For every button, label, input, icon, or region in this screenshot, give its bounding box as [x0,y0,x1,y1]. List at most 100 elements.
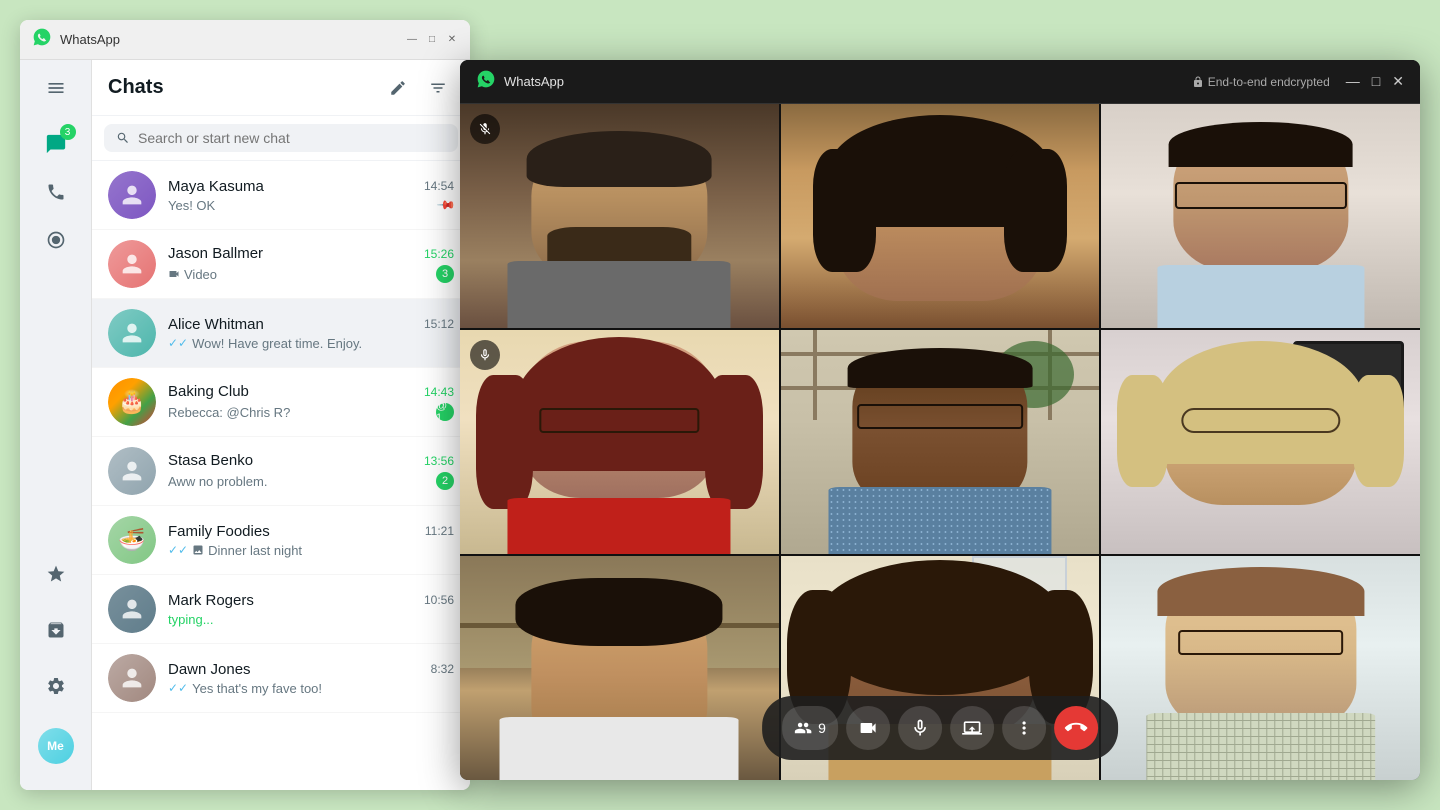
chat-preview-family: ✓✓ Dinner last night [168,543,454,558]
avatar-alice [108,309,156,357]
chat-panel: Chats [92,60,470,790]
sidebar-self-avatar[interactable]: Me [36,726,76,766]
close-button[interactable]: ✕ [446,34,458,46]
badge-stasa: 2 [436,472,454,490]
video-maximize-button[interactable]: □ [1372,73,1380,90]
main-window: WhatsApp — □ ✕ 3 [20,20,470,790]
filter-button[interactable] [422,72,454,104]
pin-icon-maya: 📌 [436,195,456,215]
chat-item-family[interactable]: 🍜 Family Foodies 11:21 ✓✓ Dinner last ni… [92,506,470,575]
chat-time-family: 11:21 [425,524,454,538]
more-options-button[interactable] [1002,706,1046,750]
chat-info-baking: Baking Club 14:43 Rebecca: @Chris R? @ 1 [168,383,454,421]
search-bar [92,116,470,161]
chat-name-jason: Jason Ballmer [168,245,263,262]
sidebar-item-starred[interactable] [36,554,76,594]
avatar-baking: 🎂 [108,378,156,426]
video-grid [460,104,1420,780]
chat-item-maya[interactable]: Maya Kasuma 14:54 Yes! OK 📌 [92,161,470,230]
mute-indicator-4 [470,340,500,370]
sidebar-item-archived[interactable] [36,610,76,650]
video-cell-2 [781,104,1100,328]
video-close-button[interactable]: ✕ [1392,73,1404,90]
chat-time-baking: 14:43 [424,385,454,399]
search-input-wrapper[interactable] [104,124,458,152]
chat-preview-mark: typing... [168,612,454,627]
chat-time-jason: 15:26 [424,247,454,261]
chat-preview-maya: Yes! OK [168,198,439,213]
chat-item-dawn[interactable]: Dawn Jones 8:32 ✓✓ Yes that's my fave to… [92,644,470,713]
video-window-controls: — □ ✕ [1346,73,1404,90]
avatar-stasa [108,447,156,495]
mute-indicator-1 [470,114,500,144]
chat-header-actions [382,72,454,104]
chat-info-alice: Alice Whitman 15:12 ✓✓ Wow! Have great t… [168,316,454,351]
chat-time-dawn: 8:32 [431,662,454,676]
video-call-window: WhatsApp End-to-end endcrypted — □ ✕ [460,60,1420,780]
participants-count: 9 [818,720,826,736]
chat-info-family: Family Foodies 11:21 ✓✓ Dinner last nigh… [168,523,454,558]
screen-share-button[interactable] [950,706,994,750]
video-title-bar: WhatsApp End-to-end endcrypted — □ ✕ [460,60,1420,104]
whatsapp-logo-icon [32,27,52,52]
chat-name-mark: Mark Rogers [168,592,254,609]
chat-list: Maya Kasuma 14:54 Yes! OK 📌 [92,161,470,779]
video-cell-7 [460,556,779,780]
sidebar: 3 [20,60,92,790]
avatar-maya [108,171,156,219]
search-input[interactable] [138,130,446,146]
video-minimize-button[interactable]: — [1346,73,1360,90]
avatar-dawn [108,654,156,702]
chat-preview-dawn: ✓✓ Yes that's my fave too! [168,681,454,696]
sidebar-item-status[interactable] [36,220,76,260]
chat-item-alice[interactable]: Alice Whitman 15:12 ✓✓ Wow! Have great t… [92,299,470,368]
chat-time-mark: 10:56 [424,593,454,607]
chat-time-maya: 14:54 [424,179,454,193]
chat-item-stasa[interactable]: Stasa Benko 13:56 Aww no problem. 2 [92,437,470,506]
video-cell-3 [1101,104,1420,328]
new-chat-button[interactable] [382,72,414,104]
chat-info-dawn: Dawn Jones 8:32 ✓✓ Yes that's my fave to… [168,661,454,696]
chat-name-baking: Baking Club [168,383,249,400]
chat-info-jason: Jason Ballmer 15:26 Video 3 [168,245,454,283]
encrypted-badge: End-to-end endcrypted [1192,75,1330,89]
chat-item-mark[interactable]: Mark Rogers 10:56 typing... [92,575,470,644]
encrypted-label: End-to-end endcrypted [1208,75,1330,89]
video-cell-9 [1101,556,1420,780]
call-controls: 9 [762,696,1118,760]
video-app-name: WhatsApp [504,74,1192,89]
maximize-button[interactable]: □ [426,34,438,46]
app-title: WhatsApp [60,32,398,47]
avatar-family: 🍜 [108,516,156,564]
video-whatsapp-logo [476,69,496,94]
sidebar-item-menu[interactable] [36,68,76,108]
chat-info-stasa: Stasa Benko 13:56 Aww no problem. 2 [168,452,454,490]
avatar-mark [108,585,156,633]
chat-time-stasa: 13:56 [424,454,454,468]
video-cell-6 [1101,330,1420,554]
chats-badge: 3 [60,124,76,140]
video-cell-4 [460,330,779,554]
chat-item-jason[interactable]: Jason Ballmer 15:26 Video 3 [92,230,470,299]
chat-preview-baking: Rebecca: @Chris R? [168,405,436,420]
chat-item-baking[interactable]: 🎂 Baking Club 14:43 Rebecca: @Chris R? @… [92,368,470,437]
participants-button[interactable]: 9 [782,706,838,750]
chat-header: Chats [92,60,470,116]
minimize-button[interactable]: — [406,34,418,46]
chat-preview-stasa: Aww no problem. [168,474,436,489]
sidebar-item-calls[interactable] [36,172,76,212]
window-controls: — □ ✕ [406,34,458,46]
badge-jason: 3 [436,265,454,283]
avatar-jason [108,240,156,288]
chat-info-mark: Mark Rogers 10:56 typing... [168,592,454,627]
microphone-button[interactable] [898,706,942,750]
camera-button[interactable] [846,706,890,750]
title-bar: WhatsApp — □ ✕ [20,20,470,60]
sidebar-item-chats[interactable]: 3 [36,124,76,164]
chat-preview-jason: Video [168,267,436,282]
chat-preview-alice: ✓✓ Wow! Have great time. Enjoy. [168,336,454,351]
end-call-button[interactable] [1054,706,1098,750]
sidebar-item-settings[interactable] [36,666,76,706]
chat-info-maya: Maya Kasuma 14:54 Yes! OK 📌 [168,178,454,213]
chat-name-maya: Maya Kasuma [168,178,264,195]
